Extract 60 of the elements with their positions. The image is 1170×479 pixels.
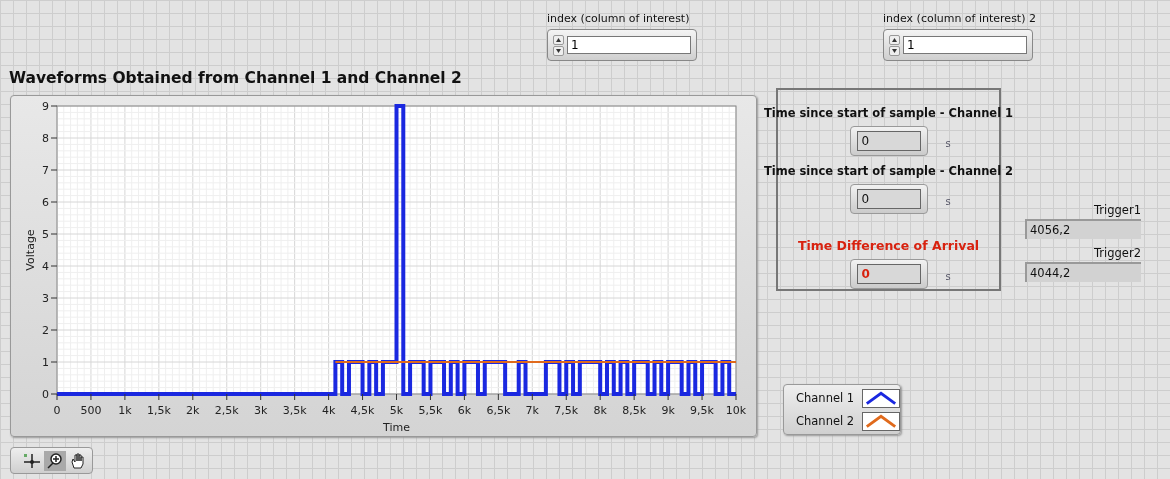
y-tick-label: 3 [42,292,49,305]
x-tick-label: 2,5k [214,404,239,417]
x-tick-label: 500 [80,404,102,417]
numeric-indicator: 4056,2 [1025,219,1141,239]
legend-label: Channel 1 [796,391,852,405]
indicator-label: Trigger1 [1093,203,1141,217]
x-tick-label: 9k [661,404,675,417]
y-tick-label: 8 [42,132,49,145]
x-tick-label: 1k [118,404,132,417]
unit-label: s [945,196,951,207]
y-tick-label: 1 [42,356,49,369]
y-tick-label: 0 [42,388,49,401]
line-style-icon[interactable] [862,388,900,408]
control-label: index (column of interest) [547,12,691,25]
x-tick-label: 10k [725,404,747,417]
indicator-label: Time Difference of Arrival [797,238,980,253]
numeric-control[interactable]: 1 [883,29,1033,61]
decrement-icon[interactable] [553,45,564,56]
legend-label: Channel 2 [796,414,852,428]
numeric-indicator: 0 [849,126,928,156]
x-tick-label: 6,5k [486,404,511,417]
y-tick-label: 6 [42,196,49,209]
y-tick-label: 7 [42,164,49,177]
indicator-label: Time since start of sample - Channel 2 [763,164,1014,178]
unit-label: s [945,271,951,282]
y-tick-label: 2 [42,324,49,337]
x-tick-label: 2k [186,404,200,417]
x-tick-label: 5k [389,404,404,417]
numeric-indicator: 0 [849,184,928,214]
x-tick-label: 8,5k [622,404,647,417]
x-tick-label: 6k [457,404,472,417]
x-tick-label: 9,5k [690,404,714,417]
unit-label: s [945,138,951,149]
x-tick-label: 1,5k [146,404,171,417]
x-tick-label: 7k [525,404,539,417]
decrement-icon[interactable] [889,45,900,56]
numeric-indicator: 4044,2 [1025,262,1141,282]
numeric-control[interactable]: 1 [547,29,697,61]
x-tick-label: 4k [321,404,336,417]
numeric-indicator: 0 [849,259,928,289]
indicator-label: Trigger2 [1093,246,1141,260]
x-tick-label: 3,5k [282,404,307,417]
x-tick-label: 7,5k [554,404,579,417]
increment-icon[interactable] [889,34,900,45]
control-label: index (column of interest) 2 [883,12,1036,25]
x-tick-label: 0 [53,404,61,417]
y-tick-label: 9 [42,100,49,113]
x-tick-label: 5,5k [418,404,443,417]
axis-title: Time [383,421,410,434]
zoom-icon[interactable] [44,450,66,471]
indicator-label: Time since start of sample - Channel 1 [763,106,1014,120]
axis-title: Voltage [24,229,37,271]
y-tick-label: 4 [42,260,49,273]
x-tick-label: 4,5k [350,404,375,417]
increment-icon[interactable] [553,34,564,45]
line-style-icon[interactable] [862,411,900,431]
x-tick-label: 3k [254,404,268,417]
graph-title: Waveforms Obtained from Channel 1 and Channel 2 [9,69,462,87]
y-tick-label: 5 [42,228,49,241]
x-tick-label: 8k [593,404,607,417]
